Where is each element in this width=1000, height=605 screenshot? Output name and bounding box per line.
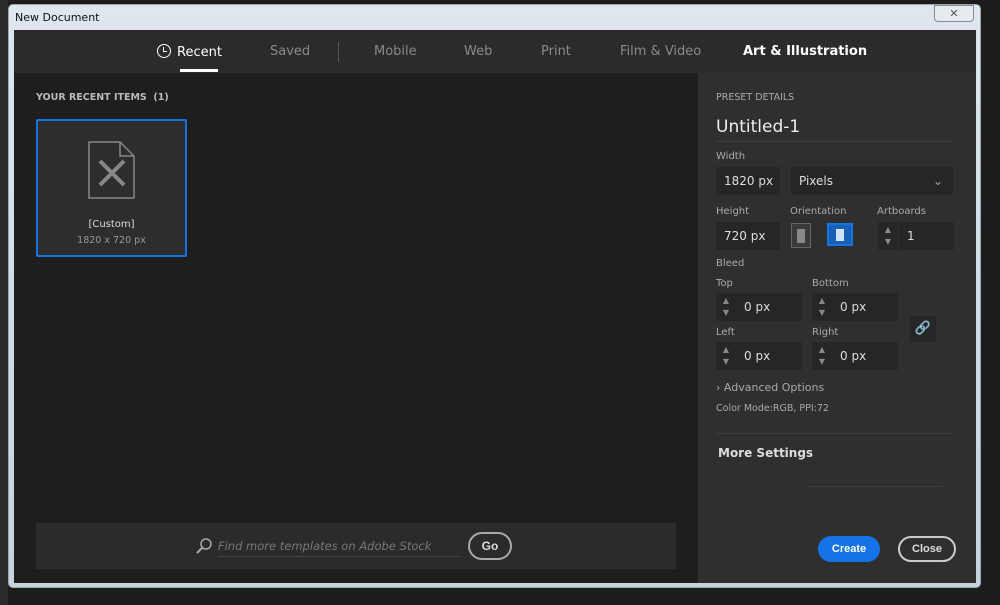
landscape-orientation-icon[interactable] — [827, 223, 853, 246]
bleed-bottom-label: Bottom — [812, 278, 849, 289]
bleed-bottom-stepper[interactable]: ▲ ▼ — [812, 293, 832, 321]
color-mode-text: Color Mode:RGB, PPI:72 — [716, 403, 829, 414]
bleed-left-label: Left — [716, 327, 735, 338]
active-tab-indicator — [180, 69, 218, 72]
tab-print[interactable]: Print — [541, 44, 571, 59]
go-button[interactable]: Go — [468, 532, 512, 560]
category-tabs: Recent Saved Mobile Web Print Film & Vid… — [14, 30, 976, 73]
bleed-right-field[interactable]: 0 px — [832, 342, 898, 370]
tab-saved[interactable]: Saved — [270, 44, 310, 59]
tab-art-illustration[interactable]: Art & Illustration — [743, 44, 867, 59]
bleed-right-stepper[interactable]: ▲ ▼ — [812, 342, 832, 370]
recent-items-heading: YOUR RECENT ITEMS (1) — [36, 92, 169, 103]
tab-recent[interactable]: Recent — [157, 44, 222, 60]
height-label: Height — [716, 206, 750, 217]
bleed-label: Bleed — [716, 258, 745, 269]
artboards-label: Artboards — [877, 206, 926, 217]
document-name[interactable]: Untitled-1 — [716, 117, 800, 137]
close-icon[interactable]: ✕ — [934, 5, 974, 22]
more-settings-link[interactable]: More Settings — [718, 446, 813, 460]
artboards-field[interactable]: 1 — [899, 222, 954, 250]
bleed-top-stepper[interactable]: ▲ ▼ — [716, 293, 736, 321]
bleed-bottom-field[interactable]: 0 px — [832, 293, 898, 321]
artboards-stepper[interactable]: ▲ ▼ — [878, 222, 898, 250]
unit-select[interactable]: Pixels ⌄ — [791, 167, 953, 195]
search-icon — [196, 538, 212, 554]
advanced-options-toggle[interactable]: › Advanced Options — [716, 381, 824, 394]
recent-item-name: [Custom] — [88, 219, 135, 230]
preset-details-panel: PRESET DETAILS Untitled-1 Width 1820 px … — [698, 73, 976, 583]
bleed-left-stepper[interactable]: ▲ ▼ — [716, 342, 736, 370]
height-field[interactable]: 720 px — [716, 222, 780, 250]
bleed-left-field[interactable]: 0 px — [736, 342, 802, 370]
tab-film-video[interactable]: Film & Video — [620, 44, 701, 59]
orientation-label: Orientation — [790, 206, 847, 217]
width-label: Width — [716, 151, 746, 162]
recent-item[interactable]: [Custom] 1820 x 720 px — [36, 119, 187, 257]
clock-icon — [157, 44, 171, 58]
tab-mobile[interactable]: Mobile — [374, 44, 417, 59]
background-app — [0, 0, 8, 605]
tab-divider — [338, 42, 339, 62]
recent-item-size: 1820 x 720 px — [77, 235, 146, 246]
new-document-dialog: New Document ✕ Recent Saved Mobile Web P… — [8, 4, 981, 588]
tab-web[interactable]: Web — [464, 44, 492, 59]
bleed-top-label: Top — [716, 278, 733, 289]
stock-search-input[interactable] — [218, 535, 460, 557]
bleed-top-field[interactable]: 0 px — [736, 293, 802, 321]
chevron-down-icon: ⌄ — [932, 174, 943, 188]
create-button[interactable]: Create — [818, 536, 880, 562]
width-field[interactable]: 1820 px — [716, 167, 780, 195]
portrait-orientation-icon[interactable] — [791, 223, 811, 248]
window-title: New Document — [15, 11, 100, 24]
stock-search-bar: Go — [36, 523, 676, 569]
preset-details-heading: PRESET DETAILS — [716, 92, 795, 103]
close-button[interactable]: Close — [898, 536, 956, 562]
document-pencil-ruler-icon — [88, 141, 135, 199]
link-icon[interactable]: 🔗 — [910, 316, 936, 342]
bleed-right-label: Right — [812, 327, 839, 338]
